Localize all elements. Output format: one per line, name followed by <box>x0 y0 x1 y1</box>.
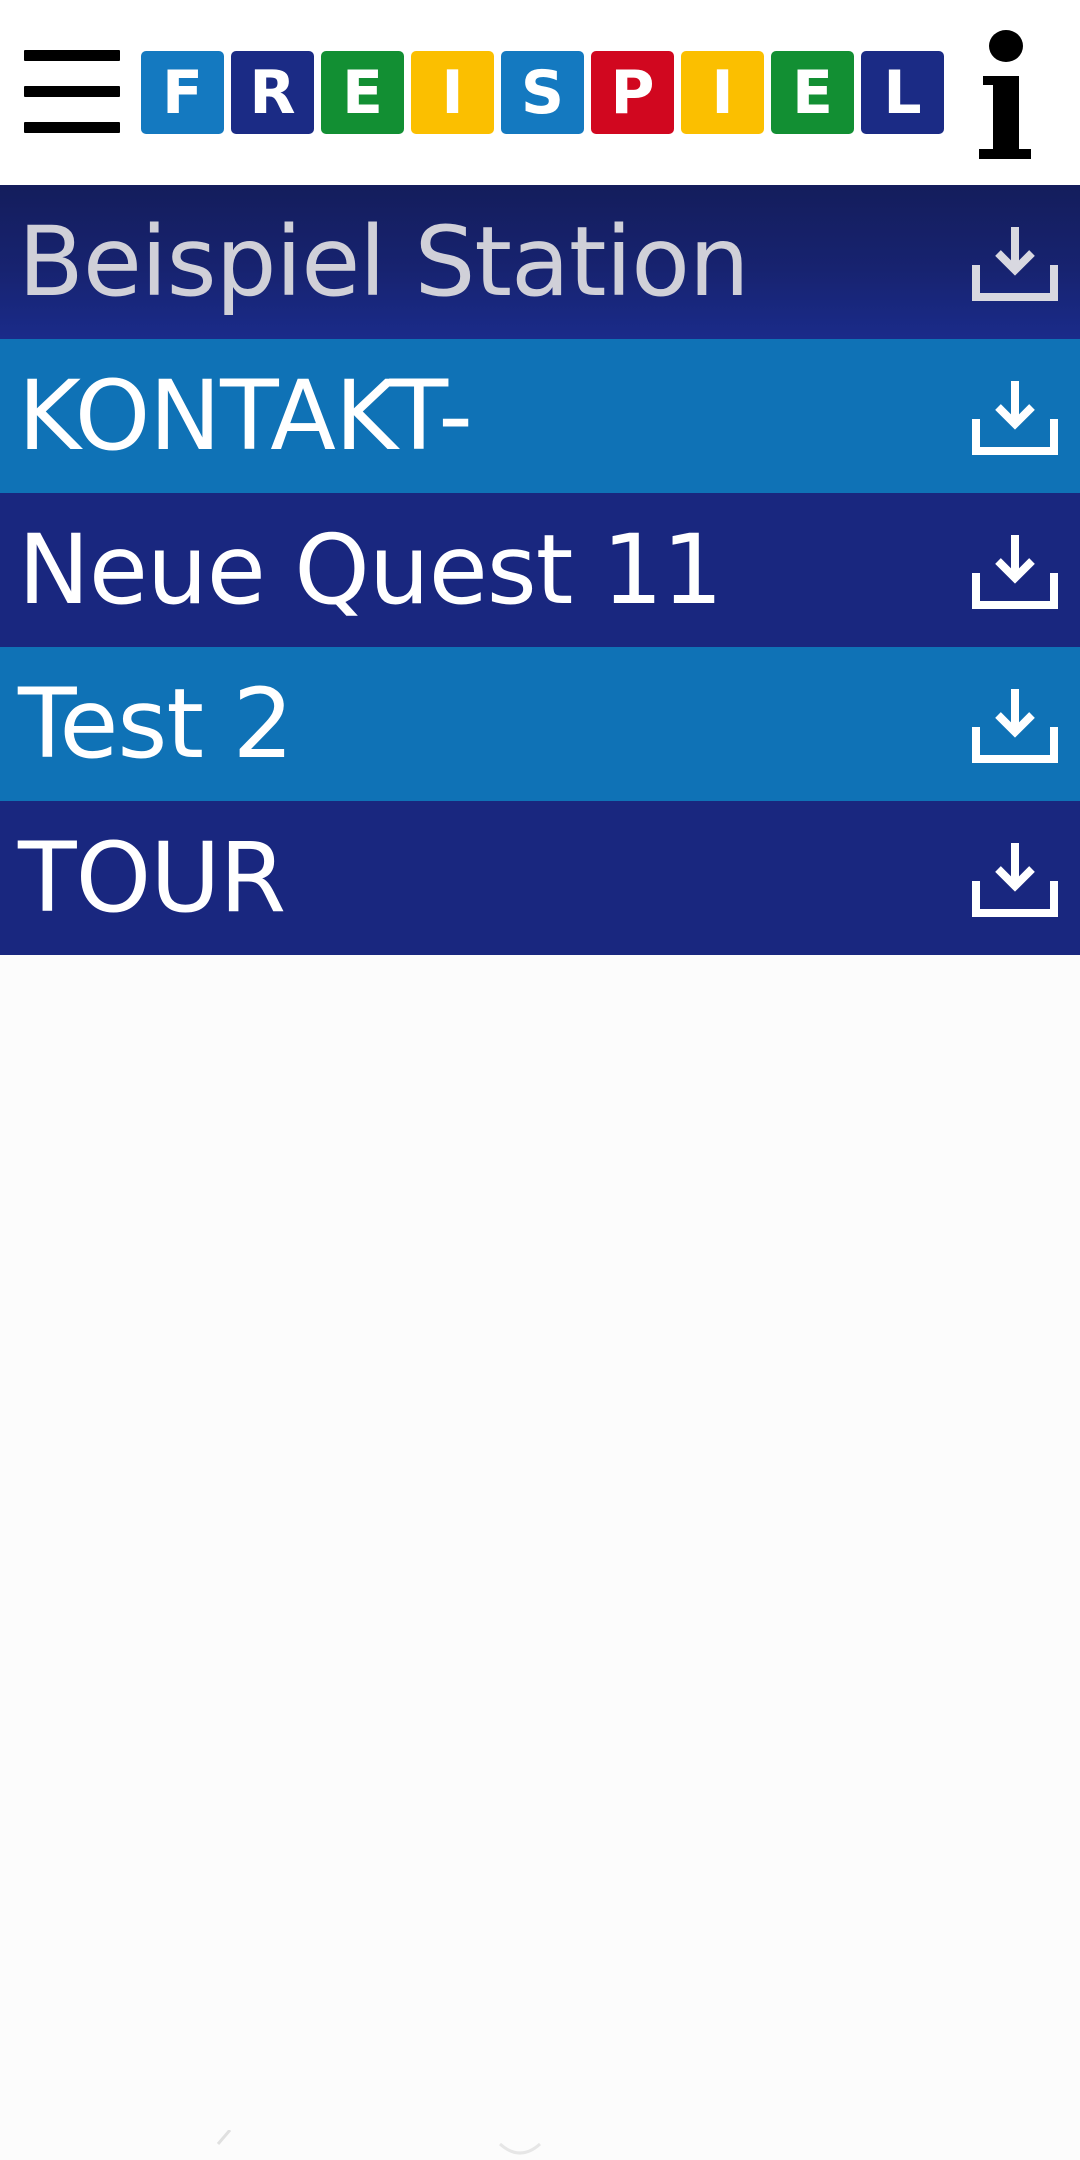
logo-letter-tile: P <box>591 51 674 134</box>
download-glyph <box>972 227 1058 301</box>
logo-letter-tile: I <box>411 51 494 134</box>
quest-name: TOUR <box>18 822 286 934</box>
info-serif-bottom <box>979 149 1031 159</box>
quest-name: Neue Quest 11 <box>18 514 723 626</box>
app-screen: FREISPIEL Beispiel Station KONTAKT- Neue… <box>0 0 1080 2160</box>
logo-letter-tile: L <box>861 51 944 134</box>
quest-name: Beispiel Station <box>18 206 750 318</box>
quest-name: KONTAKT- <box>18 360 473 472</box>
list-item[interactable]: TOUR <box>0 801 1080 955</box>
list-item[interactable]: Neue Quest 11 <box>0 493 1080 647</box>
logo-letter-tile: S <box>501 51 584 134</box>
logo-letter-tile: E <box>771 51 854 134</box>
logo-letter-tile: E <box>321 51 404 134</box>
quest-list: Beispiel Station KONTAKT- Neue Quest 11 … <box>0 185 1080 955</box>
menu-bar <box>24 86 120 97</box>
list-item[interactable]: Beispiel Station <box>0 185 1080 339</box>
download-icon[interactable] <box>970 531 1060 611</box>
quest-name: Test 2 <box>18 668 294 780</box>
menu-bar <box>24 50 120 61</box>
download-icon[interactable] <box>970 223 1060 303</box>
download-icon[interactable] <box>970 377 1060 457</box>
logo-letter-tile: F <box>141 51 224 134</box>
download-icon[interactable] <box>970 685 1060 765</box>
back-nav-icon[interactable] <box>200 2129 290 2160</box>
hamburger-menu-icon[interactable] <box>22 48 122 136</box>
home-nav-icon[interactable] <box>490 2130 580 2160</box>
home-nav-glyph <box>498 2142 542 2155</box>
download-glyph <box>972 535 1058 609</box>
list-item[interactable]: Test 2 <box>0 647 1080 801</box>
menu-bar <box>24 122 120 133</box>
info-dot <box>989 30 1023 62</box>
info-stem <box>993 76 1019 158</box>
back-nav-glyph <box>216 2129 232 2145</box>
freispiel-logo: FREISPIEL <box>141 51 944 134</box>
app-header: FREISPIEL <box>0 0 1080 185</box>
download-glyph <box>972 689 1058 763</box>
logo-letter-tile: R <box>231 51 314 134</box>
download-icon[interactable] <box>970 839 1060 919</box>
download-glyph <box>972 843 1058 917</box>
download-glyph <box>972 381 1058 455</box>
logo-letter-tile: I <box>681 51 764 134</box>
list-item[interactable]: KONTAKT- <box>0 339 1080 493</box>
info-icon[interactable] <box>975 18 1045 159</box>
